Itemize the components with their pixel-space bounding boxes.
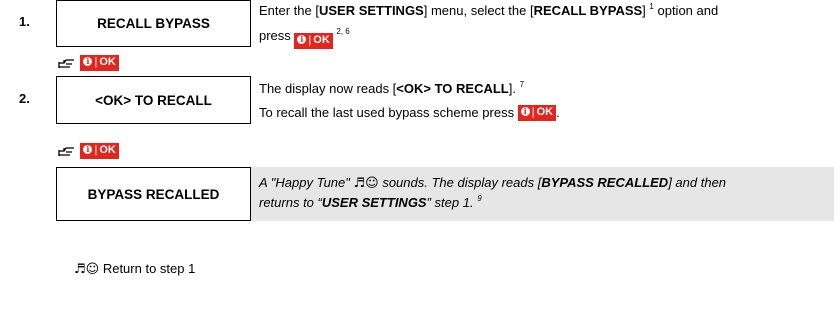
ok-button-icon: i | OK (517, 105, 557, 121)
hand-pointing-icon (58, 147, 74, 156)
proceed-indicator-2: i | OK (58, 141, 119, 159)
info-icon: i (520, 107, 530, 116)
happy-tune-icon: ♬☺ (74, 262, 100, 277)
step1-display-box: RECALL BYPASS (56, 0, 251, 47)
step-number-2: 2. (19, 91, 30, 106)
ok-button-icon: i | OK (80, 55, 119, 71)
step3-description: A "Happy Tune" ♬☺ sounds. The display re… (259, 175, 727, 210)
return-note: ♬☺ Return to step 1 (74, 261, 196, 277)
info-icon: i (83, 57, 93, 66)
ok-button-icon: i | OK (80, 143, 119, 159)
hand-pointing-icon (58, 59, 74, 68)
happy-tune-icon: ♬☺ (353, 176, 379, 191)
proceed-indicator-1: i | OK (58, 53, 119, 71)
step3-display-box: BYPASS RECALLED (56, 167, 251, 221)
step2-description: The display now reads [<OK> TO RECALL]. … (259, 80, 560, 121)
step1-description: Enter the [USER SETTINGS] menu, select t… (259, 2, 834, 49)
info-icon: i (297, 35, 307, 44)
ok-button-icon: i | OK (294, 33, 333, 49)
info-icon: i (83, 145, 93, 154)
step-number-1: 1. (19, 14, 30, 29)
step2-display-box: <OK> TO RECALL (56, 76, 251, 124)
